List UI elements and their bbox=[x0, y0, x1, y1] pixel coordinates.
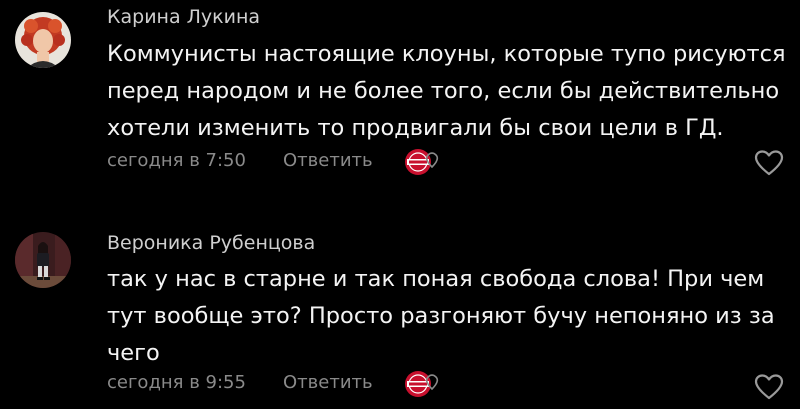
avatar-image bbox=[15, 232, 71, 288]
reaction-sticker-icon[interactable] bbox=[401, 368, 441, 398]
avatar-image bbox=[15, 12, 71, 68]
comment-text-line: хотели изменить то продвигали бы свои це… bbox=[107, 115, 724, 141]
comment-text-line: чего bbox=[107, 340, 160, 366]
comment-timestamp: сегодня в 9:55 bbox=[107, 372, 246, 393]
reaction-sticker-icon[interactable] bbox=[401, 146, 441, 176]
comment-text-line: перед народом и не более того, если бы д… bbox=[107, 78, 780, 104]
reply-button[interactable]: Ответить bbox=[283, 372, 373, 393]
reply-button[interactable]: Ответить bbox=[283, 150, 373, 171]
comment-timestamp: сегодня в 7:50 bbox=[107, 150, 246, 171]
heart-outline-icon[interactable] bbox=[754, 150, 784, 176]
comment-text: так у нас в старне и так поная свобода с… bbox=[107, 261, 787, 372]
comment-text-line: тут вообще это? Просто разгоняют бучу не… bbox=[107, 303, 775, 329]
heart-outline-icon[interactable] bbox=[754, 374, 784, 400]
comment-author[interactable]: Вероника Рубенцова bbox=[107, 232, 315, 254]
avatar[interactable] bbox=[15, 12, 71, 68]
comment-text: Коммунисты настоящие клоуны, которые туп… bbox=[107, 36, 787, 147]
comment-text-line: Коммунисты настоящие клоуны, которые туп… bbox=[107, 41, 786, 67]
comment-text-line: так у нас в старне и так поная свобода с… bbox=[107, 266, 765, 292]
avatar[interactable] bbox=[15, 232, 71, 288]
comment-author[interactable]: Карина Лукина bbox=[107, 6, 260, 28]
comment-item: Карина Лукина Коммунисты настоящие клоун… bbox=[0, 0, 800, 200]
comment-item: Вероника Рубенцова так у нас в старне и … bbox=[0, 212, 800, 409]
